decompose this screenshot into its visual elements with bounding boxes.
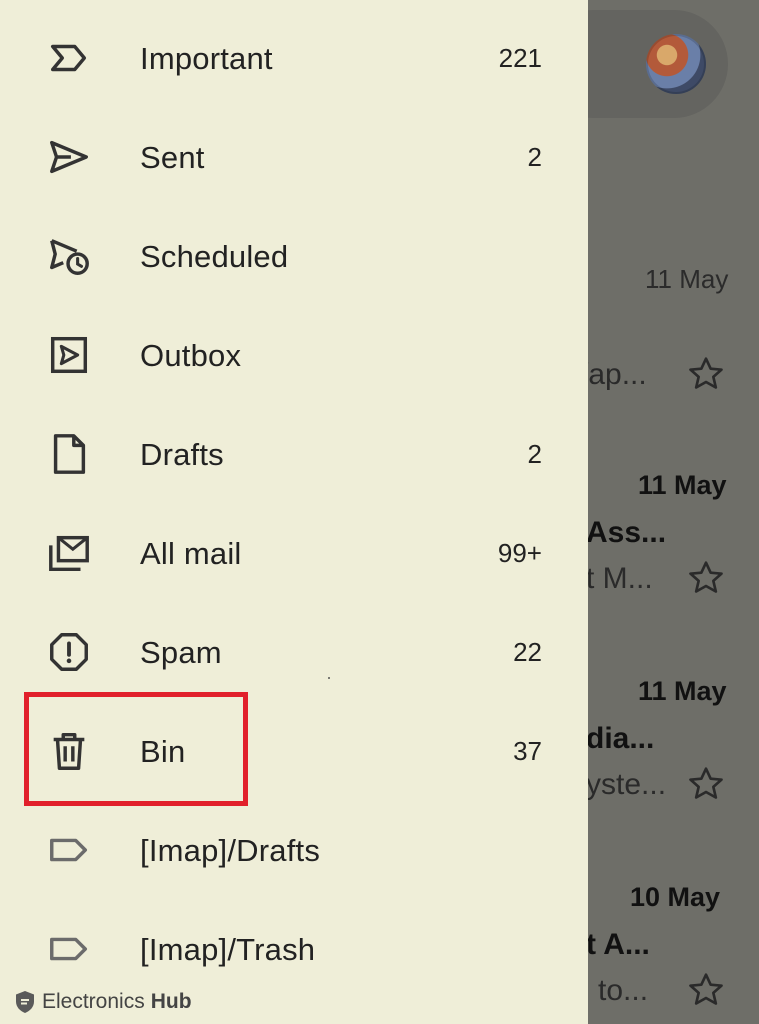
drawer-item-sent[interactable]: Sent 2 bbox=[0, 108, 588, 207]
label-icon bbox=[50, 838, 88, 862]
email-date: 11 May bbox=[638, 676, 727, 706]
stray-dot bbox=[328, 677, 330, 679]
watermark-name: Electronics bbox=[42, 990, 145, 1013]
avatar[interactable] bbox=[646, 34, 706, 94]
drawer-item-label: [Imap]/Drafts bbox=[140, 833, 321, 868]
email-date: 11 May bbox=[645, 264, 729, 294]
drawer-item-count: 2 bbox=[527, 142, 542, 172]
email-subject: dia... bbox=[586, 722, 655, 755]
highlight-box bbox=[24, 692, 248, 806]
email-date: 11 May bbox=[638, 470, 727, 500]
drawer-item-drafts[interactable]: Drafts 2 bbox=[0, 405, 588, 504]
email-snippet: yste... bbox=[586, 768, 667, 801]
label-icon bbox=[50, 937, 88, 961]
drawer-item-count: 37 bbox=[513, 736, 542, 766]
drawer-item-scheduled[interactable]: Scheduled bbox=[0, 207, 588, 306]
drawer-item-count: 2 bbox=[527, 439, 542, 469]
scheduled-icon bbox=[50, 239, 89, 275]
drawer-item-label: Outbox bbox=[140, 338, 242, 373]
email-date: 10 May bbox=[630, 882, 721, 912]
email-snippet: /ap... bbox=[580, 358, 647, 391]
drawer-item-label: Spam bbox=[140, 635, 222, 670]
drawer-item-label: All mail bbox=[140, 536, 242, 571]
shield-logo-icon bbox=[16, 991, 34, 1013]
drawer-item-outbox[interactable]: Outbox bbox=[0, 306, 588, 405]
drawer-item-label: Important bbox=[140, 41, 273, 76]
drawer-item-count: 22 bbox=[513, 637, 542, 667]
drawer-item-important[interactable]: Important 221 bbox=[0, 9, 588, 108]
important-icon bbox=[50, 44, 87, 72]
drawer-item-count: 221 bbox=[498, 43, 542, 73]
drawer-item-all-mail[interactable]: All mail 99+ bbox=[0, 504, 588, 603]
watermark-hub: Hub bbox=[150, 990, 192, 1013]
drawer-item-label: [Imap]/Trash bbox=[140, 932, 316, 967]
star-icon[interactable] bbox=[686, 558, 726, 598]
email-snippet: to... bbox=[598, 974, 649, 1007]
send-icon bbox=[50, 140, 88, 174]
star-icon[interactable] bbox=[686, 764, 726, 804]
email-subject: t A... bbox=[586, 928, 650, 961]
email-snippet: t M... bbox=[586, 562, 653, 595]
spam-icon bbox=[50, 633, 88, 671]
email-subject: Ass... bbox=[586, 516, 667, 549]
draft-icon bbox=[53, 434, 86, 474]
navigation-drawer: Important 221 Sent 2 Scheduled Outbox Dr… bbox=[0, 0, 588, 1024]
star-icon[interactable] bbox=[686, 970, 726, 1010]
all-mail-icon bbox=[49, 535, 89, 572]
drawer-item-label: Sent bbox=[140, 140, 205, 175]
outbox-icon bbox=[50, 336, 88, 374]
drawer-item-imap-trash[interactable]: [Imap]/Trash bbox=[0, 900, 588, 999]
star-icon[interactable] bbox=[686, 354, 726, 394]
drawer-item-label: Scheduled bbox=[140, 239, 289, 274]
drawer-item-imap-drafts[interactable]: [Imap]/Drafts bbox=[0, 801, 588, 900]
drawer-item-spam[interactable]: Spam 22 bbox=[0, 603, 588, 702]
drawer-item-label: Drafts bbox=[140, 437, 224, 472]
drawer-item-count: 99+ bbox=[497, 538, 542, 568]
watermark: Electronics Hub bbox=[14, 986, 192, 1018]
